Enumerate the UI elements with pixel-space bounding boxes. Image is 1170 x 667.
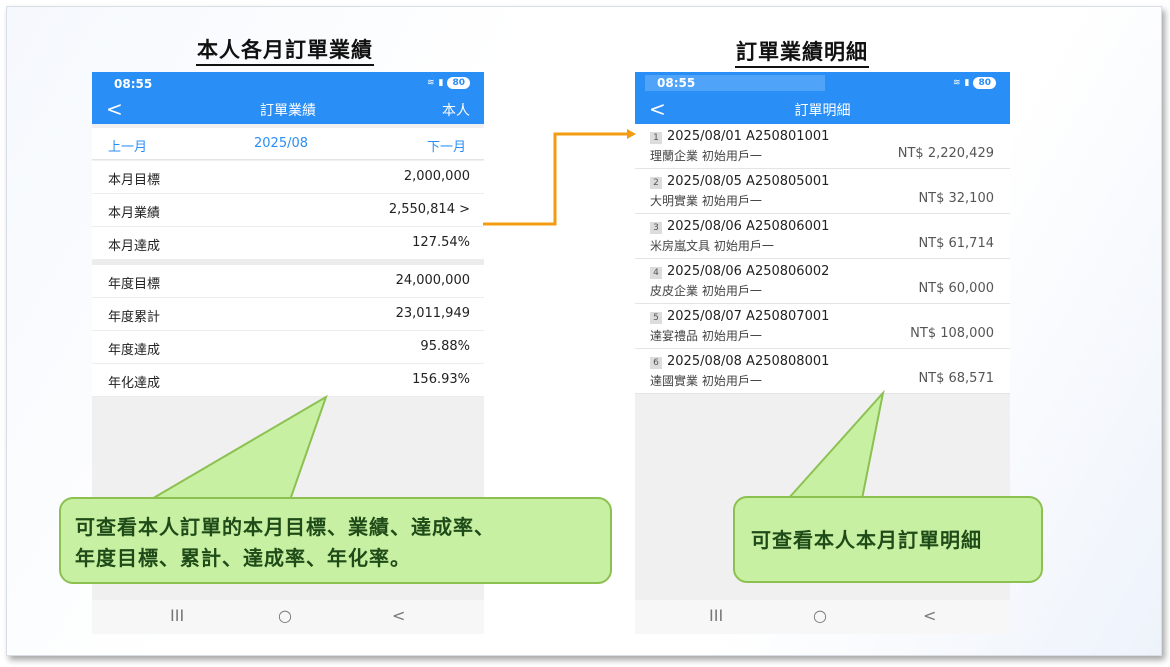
callout-right: 可查看本人本月訂單明細 bbox=[733, 496, 1043, 583]
callout-left-line2: 年度目標、累計、達成率、年化率。 bbox=[75, 546, 411, 570]
callout-left: 可查看本人訂單的本月目標、業績、達成率、 年度目標、累計、達成率、年化率。 bbox=[59, 497, 612, 584]
callout-pointer-right bbox=[785, 389, 885, 500]
callout-left-line1: 可查看本人訂單的本月目標、業績、達成率、 bbox=[75, 515, 495, 539]
connector-arrow bbox=[483, 132, 630, 226]
arrowhead-icon bbox=[627, 129, 636, 139]
callout-pointer-left bbox=[146, 394, 328, 501]
callout-right-text: 可查看本人本月訂單明細 bbox=[751, 528, 982, 552]
